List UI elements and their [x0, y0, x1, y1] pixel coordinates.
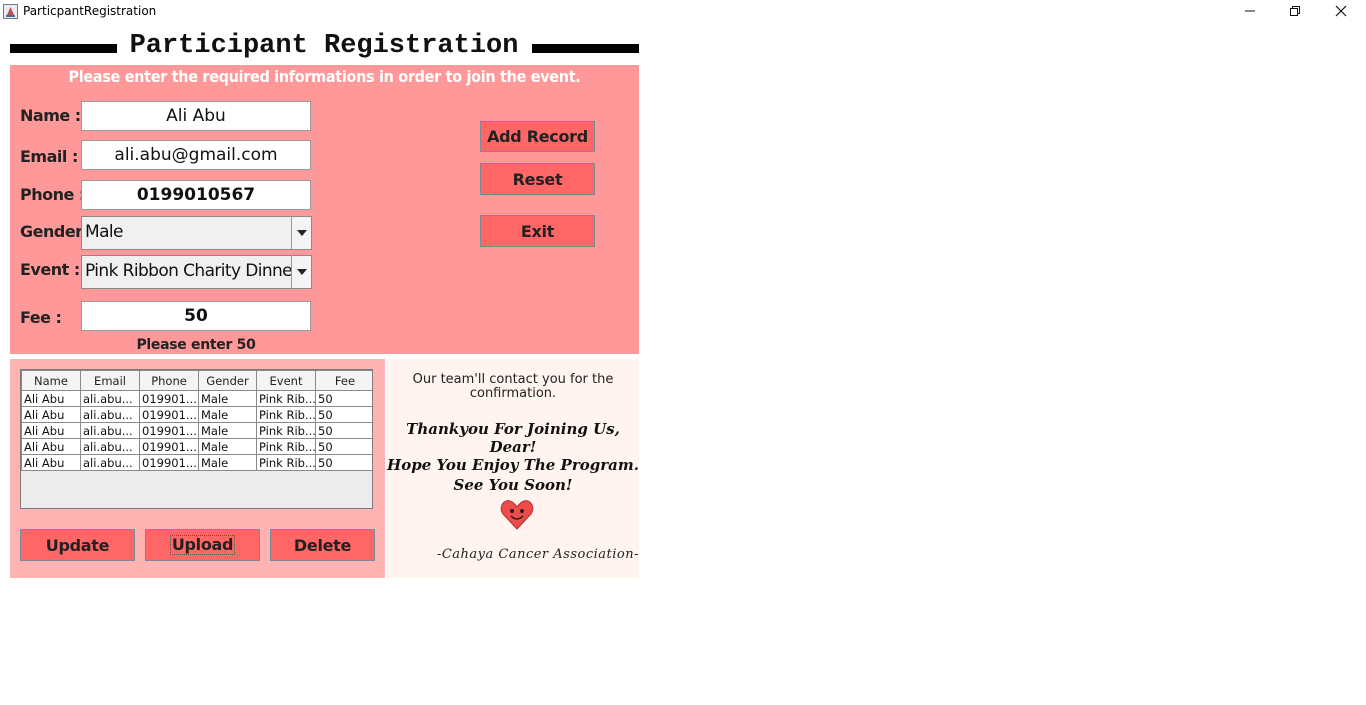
records-table[interactable]: Name Email Phone Gender Event Fee Ali Ab…: [20, 369, 373, 509]
table-cell: Male: [198, 454, 257, 471]
table-cell: 50: [315, 406, 372, 423]
table-row[interactable]: Ali Abu ali.abu... 019901... Male Pink R…: [21, 422, 372, 439]
email-field[interactable]: ali.abu@gmail.com: [81, 140, 311, 170]
dropdown-arrow-icon: [296, 230, 307, 236]
restore-icon: [1290, 6, 1300, 16]
contact-line-2: confirmation.: [469, 386, 557, 401]
table-row[interactable]: Ali Abu ali.abu... 019901... Male Pink R…: [21, 390, 372, 407]
gender-select[interactable]: Male: [81, 216, 312, 250]
page-title: Participant Registration: [129, 31, 519, 61]
table-cell: 50: [315, 454, 372, 471]
table-cell: ali.abu...: [80, 438, 140, 455]
thankyou-message: Thankyou For Joining Us, Dear! Hope You …: [387, 420, 639, 474]
table-cell: 50: [315, 390, 372, 407]
gender-dropdown-button[interactable]: [291, 217, 311, 249]
delete-button[interactable]: Delete: [270, 529, 375, 561]
phone-label: Phone :: [20, 185, 85, 204]
table-cell: Ali Abu: [21, 406, 81, 423]
column-header-gender[interactable]: Gender: [198, 370, 257, 391]
table-cell: 50: [315, 422, 372, 439]
table-cell: Ali Abu: [21, 438, 81, 455]
fee-label: Fee :: [20, 308, 62, 327]
email-label: Email :: [20, 147, 78, 166]
column-header-event[interactable]: Event: [256, 370, 316, 391]
window-titlebar: [0, 0, 1366, 24]
column-header-phone[interactable]: Phone: [139, 370, 199, 391]
table-cell: Ali Abu: [21, 390, 81, 407]
table-cell: Pink Rib...: [256, 422, 316, 439]
heart-smiley-icon: [500, 499, 534, 536]
table-cell: ali.abu...: [80, 454, 140, 471]
see-you-soon: See You Soon!: [453, 476, 573, 494]
table-row[interactable]: Ali Abu ali.abu... 019901... Male Pink R…: [21, 406, 372, 423]
thankyou-line-1: Thankyou For Joining Us, Dear!: [406, 420, 620, 456]
signature: -Cahaya Cancer Association-: [436, 547, 639, 562]
restore-button[interactable]: [1272, 0, 1318, 22]
heading-rule-left: [10, 44, 117, 53]
table-cell: ali.abu...: [80, 390, 140, 407]
minimize-icon: [1245, 10, 1255, 12]
fee-hint: Please enter 50: [136, 337, 256, 353]
table-row[interactable]: Ali Abu ali.abu... 019901... Male Pink R…: [21, 454, 372, 471]
table-cell: Male: [198, 438, 257, 455]
phone-field[interactable]: 0199010567: [81, 180, 311, 210]
table-cell: 019901...: [139, 438, 199, 455]
table-cell: Pink Rib...: [256, 406, 316, 423]
close-button[interactable]: [1318, 0, 1364, 22]
table-header-row: Name Email Phone Gender Event Fee: [21, 370, 372, 391]
contact-notice: Our team'll contact you for the confirma…: [387, 373, 639, 401]
table-cell: ali.abu...: [80, 406, 140, 423]
table-cell: 019901...: [139, 454, 199, 471]
event-dropdown-button[interactable]: [291, 256, 311, 288]
event-select[interactable]: Pink Ribbon Charity Dinner: [81, 255, 312, 289]
reset-button[interactable]: Reset: [480, 163, 595, 195]
contact-line-1: Our team'll contact you for the: [412, 372, 614, 387]
table-cell: 50: [315, 438, 372, 455]
heading-rule-right: [532, 44, 639, 53]
exit-button[interactable]: Exit: [480, 215, 595, 247]
table-cell: 019901...: [139, 422, 199, 439]
close-icon: [1335, 5, 1347, 17]
table-cell: 019901...: [139, 406, 199, 423]
table-cell: Male: [198, 422, 257, 439]
table-cell: ali.abu...: [80, 422, 140, 439]
table-cell: Pink Rib...: [256, 438, 316, 455]
thankyou-line-2: Hope You Enjoy The Program.: [387, 456, 639, 474]
column-header-email[interactable]: Email: [80, 370, 140, 391]
table-cell: Pink Rib...: [256, 454, 316, 471]
java-app-icon: [3, 4, 18, 19]
upload-button[interactable]: Upload: [145, 529, 260, 561]
table-cell: Ali Abu: [21, 422, 81, 439]
name-field[interactable]: Ali Abu: [81, 101, 311, 131]
add-record-button[interactable]: Add Record: [480, 121, 595, 152]
form-instructions: Please enter the required informations i…: [68, 67, 581, 86]
window-title: ParticpantRegistration: [23, 4, 157, 18]
column-header-name[interactable]: Name: [21, 370, 81, 391]
table-row[interactable]: Ali Abu ali.abu... 019901... Male Pink R…: [21, 438, 372, 455]
table-cell: Ali Abu: [21, 454, 81, 471]
gender-selected-value: Male: [85, 222, 123, 242]
event-selected-value: Pink Ribbon Charity Dinner: [85, 261, 299, 281]
update-button[interactable]: Update: [20, 529, 135, 561]
column-header-fee[interactable]: Fee: [315, 370, 372, 391]
dropdown-arrow-icon: [296, 269, 307, 275]
minimize-button[interactable]: [1227, 0, 1273, 22]
table-cell: Pink Rib...: [256, 390, 316, 407]
fee-field[interactable]: 50: [81, 301, 311, 331]
table-cell: Male: [198, 390, 257, 407]
upload-button-label: Upload: [169, 535, 236, 555]
name-label: Name :: [20, 106, 81, 125]
event-label: Event :: [20, 260, 80, 279]
table-cell: 019901...: [139, 390, 199, 407]
table-cell: Male: [198, 406, 257, 423]
